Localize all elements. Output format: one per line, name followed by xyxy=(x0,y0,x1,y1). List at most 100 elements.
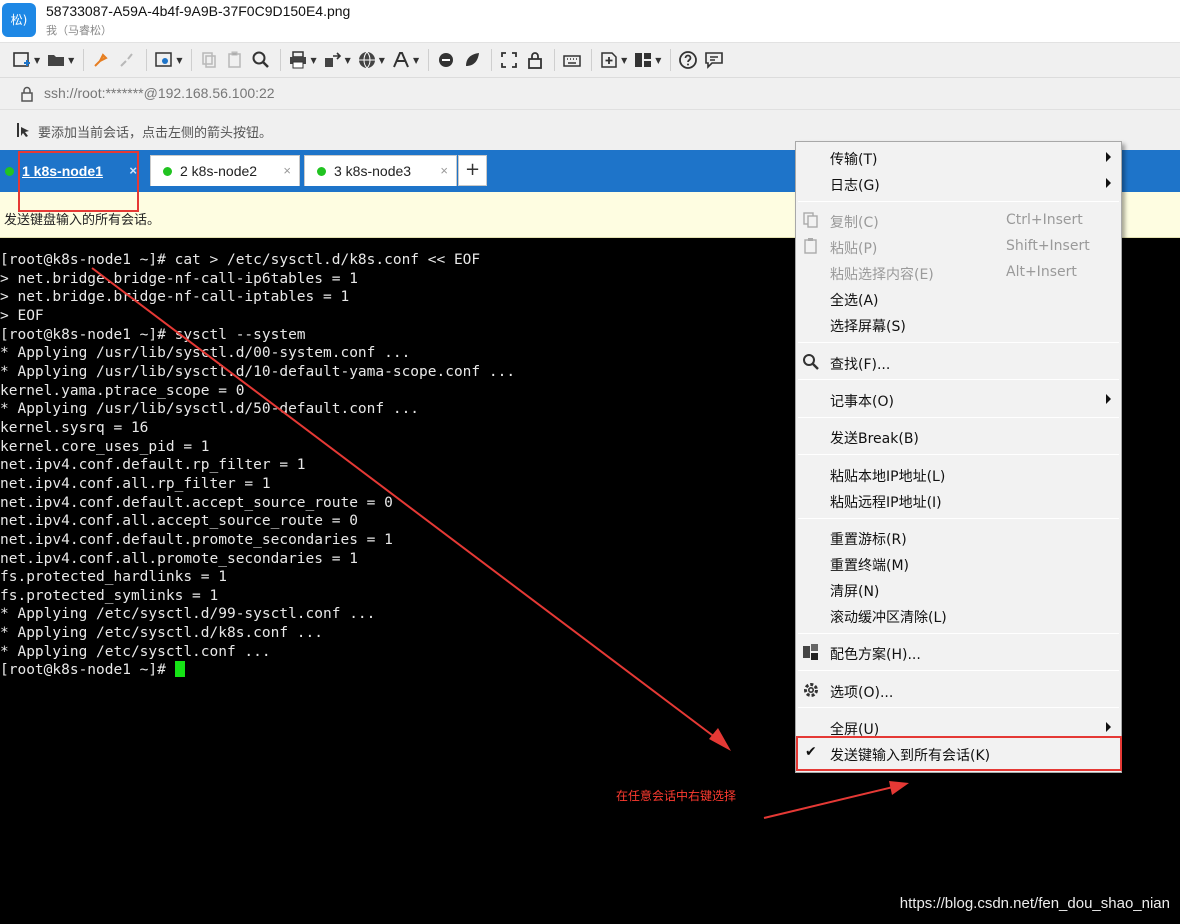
layout-icon xyxy=(635,53,652,67)
terminal-line: [root@k8s-node1 ~]# sysctl --system xyxy=(0,326,306,343)
paste-button[interactable] xyxy=(225,48,245,72)
menu-item-options[interactable]: 选项(O)... xyxy=(796,677,1121,703)
chevron-down-icon: ▼ xyxy=(176,55,183,65)
menu-item-transfer[interactable]: 传输(T) xyxy=(796,144,1121,170)
tab-k8s-node2[interactable]: 2 k8s-node2 × xyxy=(150,155,300,186)
chevron-down-icon: ▼ xyxy=(34,55,41,65)
toolbar-divider xyxy=(554,49,556,71)
connected-status-icon xyxy=(5,166,14,176)
feedback-button[interactable] xyxy=(704,48,724,72)
fullscreen-button[interactable] xyxy=(499,48,519,72)
toolbar-divider xyxy=(146,49,148,71)
color-scheme-icon xyxy=(803,644,818,660)
file-subtitle: 我（马睿松） xyxy=(46,24,112,37)
terminal-line: * Applying /usr/lib/sysctl.d/00-system.c… xyxy=(0,345,411,362)
open-folder-button[interactable]: ▼ xyxy=(46,48,74,72)
print-button[interactable]: ▼ xyxy=(288,48,317,72)
menu-separator xyxy=(798,342,1119,343)
new-tab-button[interactable]: ▼ xyxy=(599,48,627,72)
transfer-button[interactable]: ▼ xyxy=(323,48,351,72)
keyboard-button[interactable] xyxy=(562,48,582,72)
menu-item-copy[interactable]: 复制(C) Ctrl+Insert xyxy=(796,207,1121,233)
toolbar-divider xyxy=(280,49,282,71)
add-session-arrow-icon[interactable] xyxy=(14,121,32,139)
menu-item-paste-remote-ip[interactable]: 粘贴远程IP地址(I) xyxy=(796,487,1121,513)
menu-item-paste[interactable]: 粘贴(P) Shift+Insert xyxy=(796,233,1121,259)
globe-button[interactable]: ▼ xyxy=(357,48,385,72)
lock-icon xyxy=(528,52,542,69)
menu-item-clear-scrollback[interactable]: 滚动缓冲区清除(L) xyxy=(796,602,1121,628)
terminal-line: * Applying /etc/sysctl.d/k8s.conf ... xyxy=(0,625,324,642)
find-button[interactable] xyxy=(251,48,271,72)
submenu-arrow-icon xyxy=(1106,722,1111,732)
address-text[interactable]: ssh://root:*******@192.168.56.100:22 xyxy=(44,85,275,101)
keyboard-icon xyxy=(563,55,581,67)
menu-item-select-screen[interactable]: 选择屏幕(S) xyxy=(796,311,1121,337)
menu-item-paste-local-ip[interactable]: 粘贴本地IP地址(L) xyxy=(796,461,1121,487)
submenu-arrow-icon xyxy=(1106,178,1111,188)
globe-icon xyxy=(358,51,375,69)
terminal-line: net.ipv4.conf.default.accept_source_rout… xyxy=(0,494,393,511)
terminal-line: > net.bridge.bridge-nf-call-iptables = 1 xyxy=(0,289,350,306)
new-session-button[interactable]: ▼ xyxy=(12,48,40,72)
lock-button[interactable] xyxy=(525,48,545,72)
connected-status-icon xyxy=(163,166,172,176)
annotation-note: 在任意会话中右键选择 xyxy=(616,789,737,803)
toolbar-divider xyxy=(491,49,493,71)
gear-window-icon xyxy=(155,52,173,67)
lock-icon xyxy=(21,86,33,102)
printer-icon xyxy=(290,51,307,69)
tab-k8s-node3[interactable]: 3 k8s-node3 × xyxy=(304,155,457,186)
terminal-line: net.ipv4.conf.all.accept_source_route = … xyxy=(0,513,358,530)
xshell-button[interactable] xyxy=(462,48,482,72)
chat-bubble-icon xyxy=(705,52,724,69)
address-bar[interactable]: ssh://root:*******@192.168.56.100:22 xyxy=(0,78,1180,110)
layout-button[interactable]: ▼ xyxy=(633,48,661,72)
menu-item-find[interactable]: 查找(F)... xyxy=(796,349,1121,375)
terminal-line: * Applying /usr/lib/sysctl.d/10-default-… xyxy=(0,363,516,380)
menu-item-log[interactable]: 日志(G) xyxy=(796,170,1121,196)
menu-separator xyxy=(798,379,1119,380)
chevron-down-icon: ▼ xyxy=(310,55,317,65)
connect-button[interactable] xyxy=(91,48,111,72)
menu-item-clear-screen[interactable]: 清屏(N) xyxy=(796,576,1121,602)
toolbar-divider xyxy=(591,49,593,71)
add-tab-button[interactable]: + xyxy=(458,155,487,186)
context-menu: 传输(T) 日志(G) 复制(C) Ctrl+Insert 粘贴(P) Shift+… xyxy=(795,141,1122,773)
font-button[interactable]: ▼ xyxy=(391,48,419,72)
help-button[interactable] xyxy=(678,48,698,72)
disconnect-button[interactable] xyxy=(117,48,137,72)
chevron-down-icon: ▼ xyxy=(378,55,385,65)
terminal-line: fs.protected_symlinks = 1 xyxy=(0,587,219,604)
terminal-line: kernel.core_uses_pid = 1 xyxy=(0,438,210,455)
menu-item-notepad[interactable]: 记事本(O) xyxy=(796,386,1121,412)
new-session-icon xyxy=(13,52,30,67)
connected-status-icon xyxy=(317,166,326,176)
close-icon[interactable]: × xyxy=(283,163,291,178)
session-properties-button[interactable]: ▼ xyxy=(154,48,182,72)
quick-add-hint: 要添加当前会话，点击左侧的箭头按钮。 xyxy=(38,126,273,141)
menu-item-select-all[interactable]: 全选(A) xyxy=(796,285,1121,311)
menu-item-reset-cursor[interactable]: 重置游标(R) xyxy=(796,524,1121,550)
terminal-line: net.ipv4.conf.default.promote_secondarie… xyxy=(0,531,393,548)
watermark: https://blog.csdn.net/fen_dou_shao_nian xyxy=(899,895,1170,912)
menu-item-paste-selection[interactable]: 粘贴选择内容(E) Alt+Insert xyxy=(796,259,1121,285)
toolbar-divider xyxy=(670,49,672,71)
plug-icon xyxy=(94,53,109,67)
highlight-box-tab xyxy=(18,151,139,212)
menu-separator xyxy=(798,633,1119,634)
menu-item-reset-terminal[interactable]: 重置终端(M) xyxy=(796,550,1121,576)
menu-item-color-scheme[interactable]: 配色方案(H)... xyxy=(796,639,1121,665)
chevron-down-icon: ▼ xyxy=(412,55,420,65)
terminal-prompt: [root@k8s-node1 ~]# xyxy=(0,662,175,679)
menu-separator xyxy=(798,670,1119,671)
menu-item-send-break[interactable]: 发送Break(B) xyxy=(796,423,1121,449)
tab-label: 2 k8s-node2 xyxy=(180,163,258,179)
fullscreen-icon xyxy=(501,52,517,68)
chevron-down-icon: ▼ xyxy=(655,55,662,65)
gear-icon xyxy=(804,683,818,697)
chevron-down-icon: ▼ xyxy=(68,55,75,65)
copy-button[interactable] xyxy=(199,48,219,72)
xftp-button[interactable] xyxy=(436,48,456,72)
close-icon[interactable]: × xyxy=(440,163,448,178)
